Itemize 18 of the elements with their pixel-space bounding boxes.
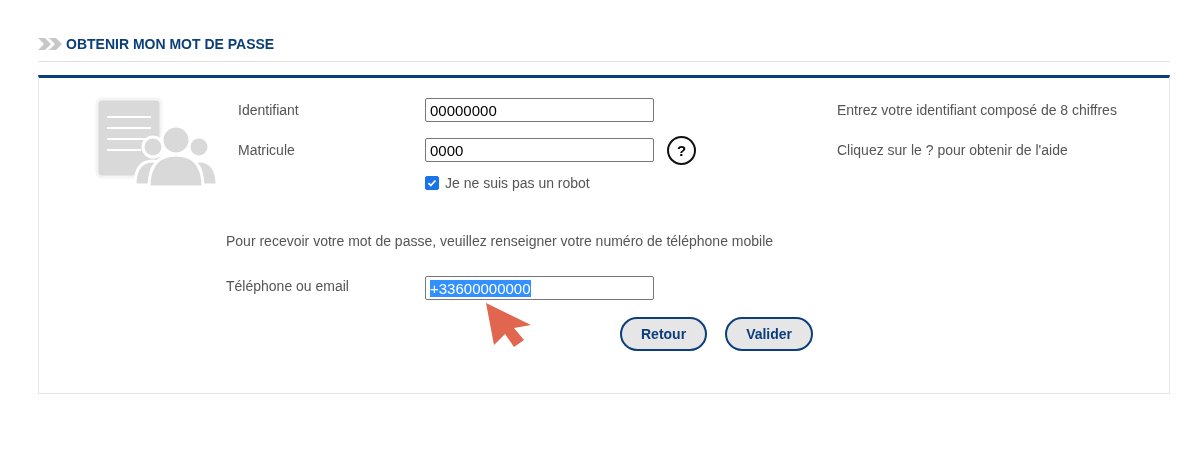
pointer-arrow-icon [486, 303, 532, 349]
checkbox[interactable] [425, 176, 439, 190]
form-button[interactable]: Retour [620, 317, 708, 351]
double-chevron-icon [38, 38, 64, 50]
help-button[interactable]: ? [667, 135, 696, 165]
instruction-text: Pour recevoir votre mot de passe, veuillez renseigner votre numéro de téléphone mobile [226, 233, 775, 249]
field-label: Identifiant [238, 102, 300, 118]
check-icon [427, 178, 437, 188]
hint-text: Cliquez sur le ? pour obtenir de l'aide [837, 142, 1069, 158]
field-label: Téléphone ou email [226, 277, 350, 294]
hint-text: Entrez votre identifiant composé de 8 chiffres [837, 102, 1117, 118]
notepad-users-icon [95, 95, 217, 189]
input-field[interactable]: 00000000 [425, 98, 654, 122]
field-label: Matricule [238, 142, 296, 158]
checkbox-label: Je ne suis pas un robot [445, 175, 590, 191]
page-title: OBTENIR MON MOT DE PASSE [66, 36, 275, 52]
input-field[interactable]: 0000 [425, 138, 654, 162]
form-button[interactable]: Valider [725, 317, 814, 351]
